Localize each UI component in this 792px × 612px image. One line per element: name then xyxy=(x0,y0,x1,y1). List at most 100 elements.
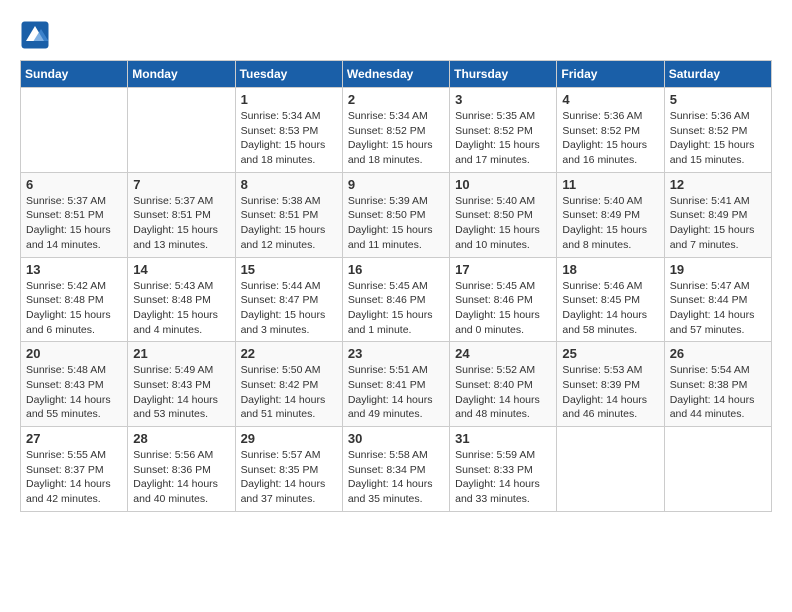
day-info: Sunrise: 5:42 AM Sunset: 8:48 PM Dayligh… xyxy=(26,279,122,338)
day-info: Sunrise: 5:56 AM Sunset: 8:36 PM Dayligh… xyxy=(133,448,229,507)
day-number: 20 xyxy=(26,346,122,361)
calendar-cell: 19 Sunrise: 5:47 AM Sunset: 8:44 PM Dayli… xyxy=(664,257,771,342)
day-info: Sunrise: 5:47 AM Sunset: 8:44 PM Dayligh… xyxy=(670,279,766,338)
calendar-table: SundayMondayTuesdayWednesdayThursdayFrid… xyxy=(20,60,772,512)
day-number: 10 xyxy=(455,177,551,192)
day-number: 28 xyxy=(133,431,229,446)
day-info: Sunrise: 5:59 AM Sunset: 8:33 PM Dayligh… xyxy=(455,448,551,507)
logo xyxy=(20,20,54,50)
calendar-cell: 11 Sunrise: 5:40 AM Sunset: 8:49 PM Dayli… xyxy=(557,172,664,257)
day-info: Sunrise: 5:58 AM Sunset: 8:34 PM Dayligh… xyxy=(348,448,444,507)
calendar-cell: 7 Sunrise: 5:37 AM Sunset: 8:51 PM Daylig… xyxy=(128,172,235,257)
day-number: 21 xyxy=(133,346,229,361)
calendar-week-row: 20 Sunrise: 5:48 AM Sunset: 8:43 PM Dayli… xyxy=(21,342,772,427)
day-number: 11 xyxy=(562,177,658,192)
calendar-cell: 1 Sunrise: 5:34 AM Sunset: 8:53 PM Daylig… xyxy=(235,88,342,173)
calendar-cell: 8 Sunrise: 5:38 AM Sunset: 8:51 PM Daylig… xyxy=(235,172,342,257)
calendar-cell: 20 Sunrise: 5:48 AM Sunset: 8:43 PM Dayli… xyxy=(21,342,128,427)
day-info: Sunrise: 5:38 AM Sunset: 8:51 PM Dayligh… xyxy=(241,194,337,253)
calendar-week-row: 27 Sunrise: 5:55 AM Sunset: 8:37 PM Dayli… xyxy=(21,427,772,512)
day-info: Sunrise: 5:44 AM Sunset: 8:47 PM Dayligh… xyxy=(241,279,337,338)
day-info: Sunrise: 5:39 AM Sunset: 8:50 PM Dayligh… xyxy=(348,194,444,253)
calendar-cell: 22 Sunrise: 5:50 AM Sunset: 8:42 PM Dayli… xyxy=(235,342,342,427)
day-info: Sunrise: 5:55 AM Sunset: 8:37 PM Dayligh… xyxy=(26,448,122,507)
day-info: Sunrise: 5:51 AM Sunset: 8:41 PM Dayligh… xyxy=(348,363,444,422)
day-number: 7 xyxy=(133,177,229,192)
day-info: Sunrise: 5:34 AM Sunset: 8:53 PM Dayligh… xyxy=(241,109,337,168)
calendar-cell xyxy=(128,88,235,173)
calendar-cell: 29Sunrise: 5:57 AM Sunset: 8:35 PM Dayli… xyxy=(235,427,342,512)
calendar-week-row: 13 Sunrise: 5:42 AM Sunset: 8:48 PM Dayli… xyxy=(21,257,772,342)
calendar-cell: 25 Sunrise: 5:53 AM Sunset: 8:39 PM Dayli… xyxy=(557,342,664,427)
day-number: 24 xyxy=(455,346,551,361)
column-header-sunday: Sunday xyxy=(21,61,128,88)
day-info: Sunrise: 5:37 AM Sunset: 8:51 PM Dayligh… xyxy=(133,194,229,253)
day-number: 9 xyxy=(348,177,444,192)
calendar-cell: 24 Sunrise: 5:52 AM Sunset: 8:40 PM Dayli… xyxy=(450,342,557,427)
day-info: Sunrise: 5:43 AM Sunset: 8:48 PM Dayligh… xyxy=(133,279,229,338)
calendar-cell: 28 Sunrise: 5:56 AM Sunset: 8:36 PM Dayli… xyxy=(128,427,235,512)
calendar-cell xyxy=(557,427,664,512)
day-number: 19 xyxy=(670,262,766,277)
day-number: 8 xyxy=(241,177,337,192)
calendar-cell xyxy=(664,427,771,512)
day-info: Sunrise: 5:50 AM Sunset: 8:42 PM Dayligh… xyxy=(241,363,337,422)
day-number: 22 xyxy=(241,346,337,361)
day-info: Sunrise: 5:52 AM Sunset: 8:40 PM Dayligh… xyxy=(455,363,551,422)
calendar-week-row: 6Sunrise: 5:37 AM Sunset: 8:51 PM Daylig… xyxy=(21,172,772,257)
day-info: Sunrise: 5:48 AM Sunset: 8:43 PM Dayligh… xyxy=(26,363,122,422)
day-number: 5 xyxy=(670,92,766,107)
calendar-cell: 10 Sunrise: 5:40 AM Sunset: 8:50 PM Dayli… xyxy=(450,172,557,257)
calendar-cell: 23 Sunrise: 5:51 AM Sunset: 8:41 PM Dayli… xyxy=(342,342,449,427)
day-info: Sunrise: 5:36 AM Sunset: 8:52 PM Dayligh… xyxy=(562,109,658,168)
day-info: Sunrise: 5:54 AM Sunset: 8:38 PM Dayligh… xyxy=(670,363,766,422)
day-number: 3 xyxy=(455,92,551,107)
calendar-cell: 27 Sunrise: 5:55 AM Sunset: 8:37 PM Dayli… xyxy=(21,427,128,512)
column-header-tuesday: Tuesday xyxy=(235,61,342,88)
column-header-saturday: Saturday xyxy=(664,61,771,88)
day-number: 17 xyxy=(455,262,551,277)
column-header-monday: Monday xyxy=(128,61,235,88)
day-info: Sunrise: 5:53 AM Sunset: 8:39 PM Dayligh… xyxy=(562,363,658,422)
day-number: 12 xyxy=(670,177,766,192)
calendar-cell: 18Sunrise: 5:46 AM Sunset: 8:45 PM Dayli… xyxy=(557,257,664,342)
calendar-cell: 6Sunrise: 5:37 AM Sunset: 8:51 PM Daylig… xyxy=(21,172,128,257)
day-number: 31 xyxy=(455,431,551,446)
day-number: 23 xyxy=(348,346,444,361)
day-info: Sunrise: 5:45 AM Sunset: 8:46 PM Dayligh… xyxy=(348,279,444,338)
day-info: Sunrise: 5:40 AM Sunset: 8:50 PM Dayligh… xyxy=(455,194,551,253)
calendar-cell: 13 Sunrise: 5:42 AM Sunset: 8:48 PM Dayli… xyxy=(21,257,128,342)
day-info: Sunrise: 5:49 AM Sunset: 8:43 PM Dayligh… xyxy=(133,363,229,422)
day-info: Sunrise: 5:36 AM Sunset: 8:52 PM Dayligh… xyxy=(670,109,766,168)
day-number: 16 xyxy=(348,262,444,277)
day-number: 1 xyxy=(241,92,337,107)
day-info: Sunrise: 5:34 AM Sunset: 8:52 PM Dayligh… xyxy=(348,109,444,168)
calendar-week-row: 1 Sunrise: 5:34 AM Sunset: 8:53 PM Daylig… xyxy=(21,88,772,173)
calendar-cell: 3 Sunrise: 5:35 AM Sunset: 8:52 PM Daylig… xyxy=(450,88,557,173)
calendar-cell: 2 Sunrise: 5:34 AM Sunset: 8:52 PM Daylig… xyxy=(342,88,449,173)
day-number: 13 xyxy=(26,262,122,277)
calendar-cell: 15 Sunrise: 5:44 AM Sunset: 8:47 PM Dayli… xyxy=(235,257,342,342)
day-number: 2 xyxy=(348,92,444,107)
calendar-cell: 16 Sunrise: 5:45 AM Sunset: 8:46 PM Dayli… xyxy=(342,257,449,342)
column-header-thursday: Thursday xyxy=(450,61,557,88)
day-info: Sunrise: 5:35 AM Sunset: 8:52 PM Dayligh… xyxy=(455,109,551,168)
day-info: Sunrise: 5:57 AM Sunset: 8:35 PM Dayligh… xyxy=(241,448,337,507)
calendar-cell: 17Sunrise: 5:45 AM Sunset: 8:46 PM Dayli… xyxy=(450,257,557,342)
day-number: 15 xyxy=(241,262,337,277)
column-header-friday: Friday xyxy=(557,61,664,88)
calendar-cell: 4 Sunrise: 5:36 AM Sunset: 8:52 PM Daylig… xyxy=(557,88,664,173)
day-number: 4 xyxy=(562,92,658,107)
day-info: Sunrise: 5:40 AM Sunset: 8:49 PM Dayligh… xyxy=(562,194,658,253)
calendar-header-row: SundayMondayTuesdayWednesdayThursdayFrid… xyxy=(21,61,772,88)
day-number: 25 xyxy=(562,346,658,361)
calendar-cell: 31 Sunrise: 5:59 AM Sunset: 8:33 PM Dayli… xyxy=(450,427,557,512)
day-number: 30 xyxy=(348,431,444,446)
calendar-cell xyxy=(21,88,128,173)
day-number: 18 xyxy=(562,262,658,277)
day-number: 27 xyxy=(26,431,122,446)
calendar-cell: 9 Sunrise: 5:39 AM Sunset: 8:50 PM Daylig… xyxy=(342,172,449,257)
logo-icon xyxy=(20,20,50,50)
calendar-cell: 26Sunrise: 5:54 AM Sunset: 8:38 PM Dayli… xyxy=(664,342,771,427)
day-number: 14 xyxy=(133,262,229,277)
